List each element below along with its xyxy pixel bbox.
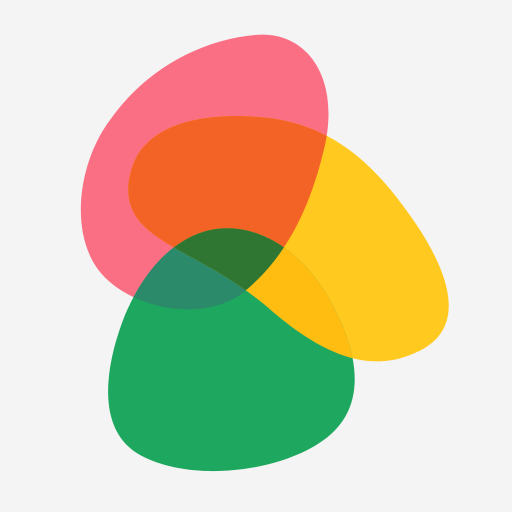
abstract-blobs-logo-icon <box>80 34 449 472</box>
app-icon-canvas <box>0 0 512 512</box>
